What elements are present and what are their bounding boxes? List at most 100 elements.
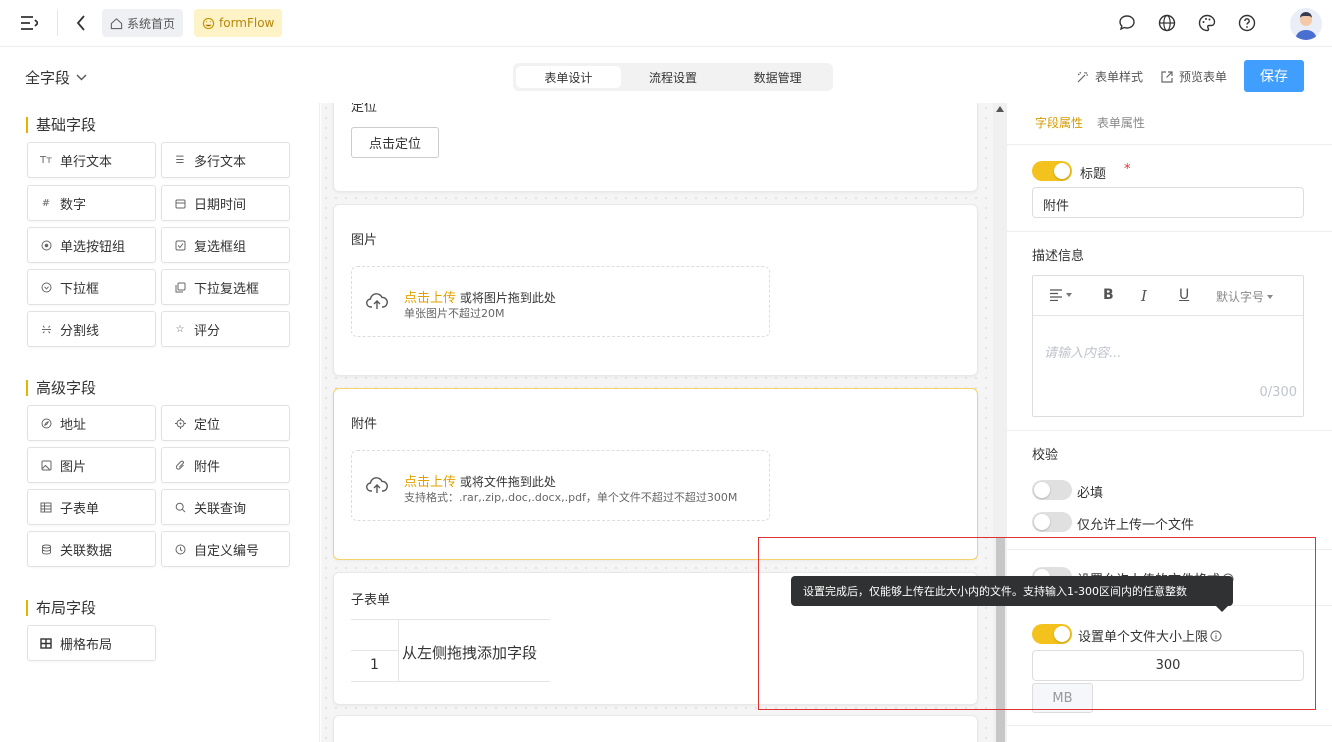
palette-item-custom-number[interactable]: 自定义编号 <box>161 531 290 567</box>
palette-item-address[interactable]: 地址 <box>27 405 156 441</box>
bold-icon[interactable]: B <box>1103 287 1114 303</box>
tab-data-management[interactable]: 数据管理 <box>725 66 830 88</box>
palette-item-label: 附件 <box>194 459 221 475</box>
palette-item-label: 分割线 <box>60 323 100 339</box>
field-title: 定位 <box>351 103 378 115</box>
back-icon[interactable] <box>72 13 90 33</box>
divider <box>1007 144 1332 145</box>
upload-hint: 单张图片不超过20M <box>404 307 505 320</box>
file-size-input[interactable]: 300 <box>1032 650 1304 681</box>
upload-drag-text: 或将文件拖到此处 <box>459 475 556 489</box>
tab-field-properties[interactable]: 字段属性 <box>1035 116 1083 130</box>
multiline-icon: ☰ <box>175 154 185 166</box>
message-icon[interactable] <box>1117 13 1137 33</box>
title-input[interactable]: 附件 <box>1032 187 1304 218</box>
palette-item-dropdown[interactable]: 下拉框 <box>27 269 156 305</box>
form-field-attachment[interactable]: 附件 点击上传 或将文件拖到此处 支持格式：.rar,.zip,.doc,.do… <box>333 388 978 560</box>
divider <box>1007 231 1332 232</box>
tab-flow-settings[interactable]: 流程设置 <box>621 66 726 88</box>
image-upload-area[interactable]: 点击上传 或将图片拖到此处 单张图片不超过20M <box>351 266 770 337</box>
field-title: 附件 <box>351 417 378 432</box>
form-field-image[interactable]: 图片 点击上传 或将图片拖到此处 单张图片不超过20M <box>333 204 978 376</box>
palette-item-related-query[interactable]: 关联查询 <box>161 489 290 525</box>
image-icon <box>40 459 52 471</box>
palette-item-datetime[interactable]: 日期时间 <box>161 185 290 221</box>
palette-item-number[interactable]: # 数字 <box>27 185 156 221</box>
search-icon <box>174 501 186 513</box>
form-field-location[interactable]: 定位 点击定位 <box>333 103 978 192</box>
palette-item-label: 数字 <box>60 197 87 213</box>
upload-link[interactable]: 点击上传 <box>404 475 456 490</box>
validation-label: 校验 <box>1032 448 1059 463</box>
align-icon[interactable] <box>1049 289 1072 301</box>
app-tag-label: formFlow <box>219 16 275 30</box>
palette-item-single-line-text[interactable]: Tт 单行文本 <box>27 142 156 178</box>
help-icon[interactable] <box>1237 13 1257 33</box>
palette-item-image[interactable]: 图片 <box>27 447 156 483</box>
palette-icon[interactable] <box>1197 13 1217 33</box>
attachment-upload-area[interactable]: 点击上传 或将文件拖到此处 支持格式：.rar,.zip,.doc,.docx,… <box>351 450 770 521</box>
preview-form-button[interactable]: 预览表单 <box>1160 68 1227 85</box>
file-size-toggle[interactable] <box>1032 624 1072 644</box>
required-toggle[interactable] <box>1032 480 1072 500</box>
palette-item-location[interactable]: 定位 <box>161 405 290 441</box>
avatar[interactable] <box>1290 8 1322 40</box>
palette-item-label: 自定义编号 <box>194 543 260 559</box>
cloud-upload-icon <box>366 293 388 309</box>
home-tag[interactable]: 系统首页 <box>102 9 184 37</box>
font-size-value: 默认字号 <box>1216 290 1265 304</box>
text-icon: Tт <box>40 154 52 166</box>
italic-icon[interactable]: I <box>1141 287 1147 305</box>
tab-form-properties[interactable]: 表单属性 <box>1097 116 1145 130</box>
font-size-select[interactable]: 默认字号 <box>1216 288 1274 305</box>
palette-item-label: 下拉复选框 <box>194 281 260 297</box>
scroll-up-icon[interactable] <box>996 106 1004 112</box>
field-palette: 基础字段 Tт 单行文本 ☰ 多行文本 # 数字 日期时间 单选按钮组 复选框组 下拉… <box>0 103 320 742</box>
form-field-next[interactable] <box>333 715 978 742</box>
field-scope-dropdown[interactable]: 全字段 <box>25 67 87 88</box>
underline-icon[interactable]: U <box>1179 287 1189 303</box>
single-file-toggle[interactable] <box>1032 512 1072 532</box>
single-file-label: 仅允许上传一个文件 <box>1077 518 1195 533</box>
menu-toggle-icon[interactable] <box>18 13 40 33</box>
app-tag[interactable]: formFlow <box>194 9 283 37</box>
home-icon <box>110 17 123 29</box>
palette-item-multi-line-text[interactable]: ☰ 多行文本 <box>161 142 290 178</box>
file-size-row: 设置单个文件大小上限 <box>1078 626 1222 645</box>
description-editor[interactable]: B I U 默认字号 请输入内容... 0/300 <box>1032 275 1304 417</box>
info-icon[interactable] <box>1210 630 1222 642</box>
palette-item-related-data[interactable]: 关联数据 <box>27 531 156 567</box>
file-size-tooltip: 设置完成后，仅能够上传在此大小内的文件。支持输入1-300区间内的任意整数 <box>791 576 1233 612</box>
properties-panel: 字段属性 表单属性 标题 * 附件 描述信息 B I U 默认字号 请输入内容.… <box>1007 103 1332 742</box>
upload-drag-text: 或将图片拖到此处 <box>459 291 556 305</box>
palette-item-label: 多行文本 <box>194 154 247 170</box>
divider <box>1007 725 1332 726</box>
locate-button[interactable]: 点击定位 <box>351 127 439 158</box>
upload-text: 点击上传 或将图片拖到此处 <box>404 287 556 306</box>
palette-item-grid-layout[interactable]: 栅格布局 <box>27 625 156 661</box>
palette-item-rating[interactable]: ☆ 评分 <box>161 311 290 347</box>
palette-item-label: 图片 <box>60 459 87 475</box>
palette-item-multi-dropdown[interactable]: 下拉复选框 <box>161 269 290 305</box>
canvas-scrollbar-thumb[interactable] <box>996 537 1005 742</box>
palette-item-divider[interactable]: 分割线 <box>27 311 156 347</box>
palette-item-subform[interactable]: 子表单 <box>27 489 156 525</box>
globe-icon[interactable] <box>1157 13 1177 33</box>
calendar-icon <box>174 197 186 209</box>
subform-col-border <box>398 619 399 682</box>
field-scope-label: 全字段 <box>25 69 71 87</box>
palette-item-checkbox-group[interactable]: 复选框组 <box>161 227 290 263</box>
form-style-button[interactable]: 表单样式 <box>1076 68 1143 85</box>
palette-item-label: 单选按钮组 <box>60 239 126 255</box>
upload-link[interactable]: 点击上传 <box>404 291 456 306</box>
palette-item-label: 复选框组 <box>194 239 247 255</box>
palette-item-attachment[interactable]: 附件 <box>161 447 290 483</box>
title-visible-toggle[interactable] <box>1032 161 1072 181</box>
palette-item-label: 日期时间 <box>194 197 247 213</box>
checkbox-icon <box>174 239 186 251</box>
save-button[interactable]: 保存 <box>1244 60 1304 92</box>
palette-item-radio-group[interactable]: 单选按钮组 <box>27 227 156 263</box>
tab-form-design[interactable]: 表单设计 <box>516 66 621 88</box>
subform-row-number: 1 <box>370 657 379 673</box>
home-tag-label: 系统首页 <box>127 16 176 31</box>
